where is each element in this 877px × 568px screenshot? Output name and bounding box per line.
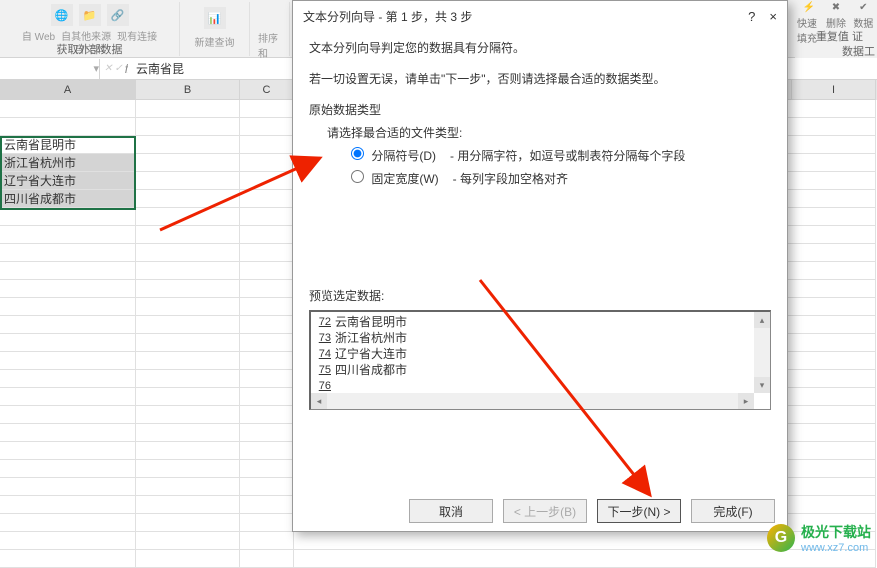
ribbon-group-name: 获取外部数据	[57, 41, 123, 57]
ribbon-right-sub: 重复值 证	[816, 28, 863, 44]
preview-lineno: 74	[313, 346, 333, 362]
watermark-logo-icon: G	[767, 524, 795, 552]
radio-delimited[interactable]: 分隔符号(D)	[351, 147, 436, 164]
ribbon-group-external-data: 🌐 📁 🔗 自 Web 自其他来源 现有连接 自文本 获取外部数据	[0, 2, 180, 56]
check-icon[interactable]: ✓	[114, 63, 122, 74]
watermark-brand: 极光下载站	[801, 524, 871, 540]
radio-delimited-desc: - 用分隔字符，如逗号或制表符分隔每个字段	[450, 147, 685, 164]
new-query-icon[interactable]: 📊	[204, 7, 226, 29]
close-icon[interactable]: ×	[769, 9, 777, 24]
section-label: 原始数据类型	[309, 101, 771, 118]
preview-lineno: 76	[313, 378, 333, 394]
preview-text	[333, 378, 335, 394]
watermark: G 极光下载站 www.xz7.com	[767, 522, 871, 554]
cell-a3[interactable]: 辽宁省大连市	[0, 172, 136, 190]
preview-scrollbar-h[interactable]: ◂ ▸	[311, 393, 754, 409]
from-web-icon[interactable]: 🌐	[51, 4, 73, 26]
help-icon[interactable]: ?	[748, 9, 755, 24]
radio-fixed[interactable]: 固定宽度(W)	[351, 170, 439, 187]
preview-text: 四川省成都市	[333, 362, 407, 378]
cell-a4[interactable]: 四川省成都市	[0, 190, 136, 208]
ribbon-group-sort: 排序和	[250, 2, 290, 56]
scroll-right-icon[interactable]: ▸	[738, 393, 754, 409]
existing-conn-icon[interactable]: 🔗	[107, 4, 129, 26]
finish-button[interactable]: 完成(F)	[691, 499, 775, 523]
cancel-icon[interactable]: ✕	[104, 63, 112, 74]
cancel-button[interactable]: 取消	[409, 499, 493, 523]
scroll-left-icon[interactable]: ◂	[311, 393, 327, 409]
ribbon-group-query: 📊 新建查询	[180, 2, 250, 56]
preview-lineno: 73	[313, 330, 333, 346]
dialog-intro-2: 若一切设置无误，请单击"下一步"，否则请选择最合适的数据类型。	[309, 70, 771, 89]
fx-button-group: ✕ ✓ fx	[100, 62, 128, 76]
preview-label: 预览选定数据:	[309, 287, 771, 304]
dialog-buttons: 取消 < 上一步(B) 下一步(N) > 完成(F)	[293, 491, 787, 531]
preview-text: 云南省昆明市	[333, 314, 407, 330]
ribbon-right-groupname: 数据工	[842, 43, 875, 59]
col-header-c[interactable]: C	[240, 80, 294, 100]
ribbon-label[interactable]: 现有连接	[117, 28, 157, 43]
col-header-b[interactable]: B	[136, 80, 240, 100]
radio-fixed-label: 固定宽度(W)	[371, 172, 438, 186]
next-button[interactable]: 下一步(N) >	[597, 499, 681, 523]
from-other-icon[interactable]: 📁	[79, 4, 101, 26]
ribbon-right: ⚡快速填充 ✖删除 ✔数据 重复值 证 数据工	[795, 0, 877, 58]
ribbon-label: 排序和	[258, 30, 281, 60]
radio-delimited-input[interactable]	[351, 147, 364, 160]
name-box[interactable]: ▾	[0, 59, 100, 79]
ribbon-label[interactable]: 自 Web	[22, 28, 55, 43]
choose-label: 请选择最合适的文件类型:	[327, 124, 771, 141]
preview-lineno: 72	[313, 314, 333, 330]
scroll-up-icon[interactable]: ▴	[754, 312, 770, 328]
ribbon-label[interactable]: 新建查询	[195, 34, 235, 49]
preview-lineno: 75	[313, 362, 333, 378]
dialog-body: 文本分列向导判定您的数据具有分隔符。 若一切设置无误，请单击"下一步"，否则请选…	[293, 31, 787, 491]
radio-fixed-input[interactable]	[351, 170, 364, 183]
preview-box: 72云南省昆明市 73浙江省杭州市 74辽宁省大连市 75四川省成都市 76 7…	[309, 310, 771, 410]
preview-text: 辽宁省大连市	[333, 346, 407, 362]
col-header-i[interactable]: I	[792, 80, 876, 100]
chevron-down-icon[interactable]: ▾	[93, 62, 99, 75]
col-header-a[interactable]: A	[0, 80, 136, 100]
radio-delimited-label: 分隔符号(D)	[371, 149, 436, 163]
cell-a2[interactable]: 浙江省杭州市	[0, 154, 136, 172]
text-to-columns-dialog: 文本分列向导 - 第 1 步，共 3 步 ? × 文本分列向导判定您的数据具有分…	[292, 0, 788, 532]
preview-scrollbar-v[interactable]: ▴ ▾	[754, 312, 770, 393]
dialog-titlebar[interactable]: 文本分列向导 - 第 1 步，共 3 步 ? ×	[293, 1, 787, 31]
preview-text: 浙江省杭州市	[333, 330, 407, 346]
cell-a1[interactable]: 云南省昆明市	[0, 136, 136, 154]
dialog-intro-1: 文本分列向导判定您的数据具有分隔符。	[309, 39, 771, 58]
radio-fixed-desc: - 每列字段加空格对齐	[453, 170, 568, 187]
dialog-title-text: 文本分列向导 - 第 1 步，共 3 步	[303, 8, 472, 25]
watermark-url: www.xz7.com	[801, 542, 871, 554]
back-button[interactable]: < 上一步(B)	[503, 499, 587, 523]
scroll-down-icon[interactable]: ▾	[754, 377, 770, 393]
